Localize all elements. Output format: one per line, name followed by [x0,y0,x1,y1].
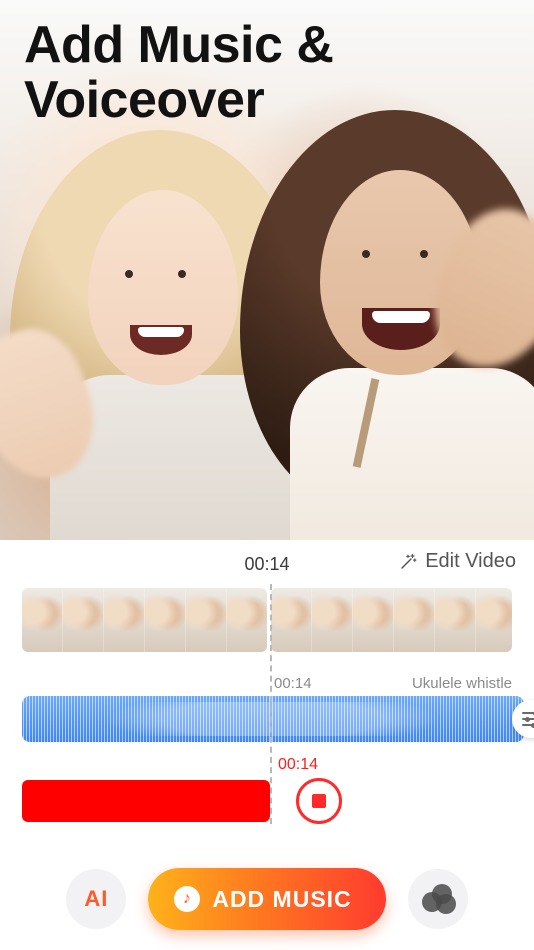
color-filters-icon [422,884,454,914]
hero-title-line1: Add Music & [24,16,333,74]
music-track-name: Ukulele whistle [412,675,512,692]
add-music-button[interactable]: ♪ ADD MUSIC [148,868,385,930]
editor-panel: 00:14 Edit Video 00:14 Ukulele whistle [0,540,534,950]
music-note-icon: ♪ [174,886,200,912]
filters-button[interactable] [408,869,468,929]
video-clip-2[interactable] [271,588,512,652]
ai-button[interactable]: AI [66,869,126,929]
add-music-label: ADD MUSIC [212,886,351,913]
music-track-meta: 00:14 Ukulele whistle [22,672,512,692]
voiceover-track[interactable] [22,780,270,822]
sliders-icon [522,712,534,726]
record-stop-icon [312,794,326,808]
record-stop-button[interactable] [296,778,342,824]
edit-video-button[interactable]: Edit Video [399,550,516,573]
magic-wand-icon [399,553,417,571]
video-timeline[interactable] [22,588,512,652]
hero-title: Add Music & Voiceover [24,18,333,127]
bottom-toolbar: AI ♪ ADD MUSIC [0,866,534,932]
ai-label: AI [84,886,108,912]
edit-video-label: Edit Video [425,550,516,573]
video-clip-1[interactable] [22,588,267,652]
video-preview[interactable]: Add Music & Voiceover [0,0,534,540]
voiceover-time: 00:14 [278,756,318,774]
hero-title-line2: Voiceover [24,71,264,129]
playhead-line[interactable] [270,584,272,824]
music-start-time: 00:14 [274,675,312,692]
music-track[interactable] [22,696,524,742]
